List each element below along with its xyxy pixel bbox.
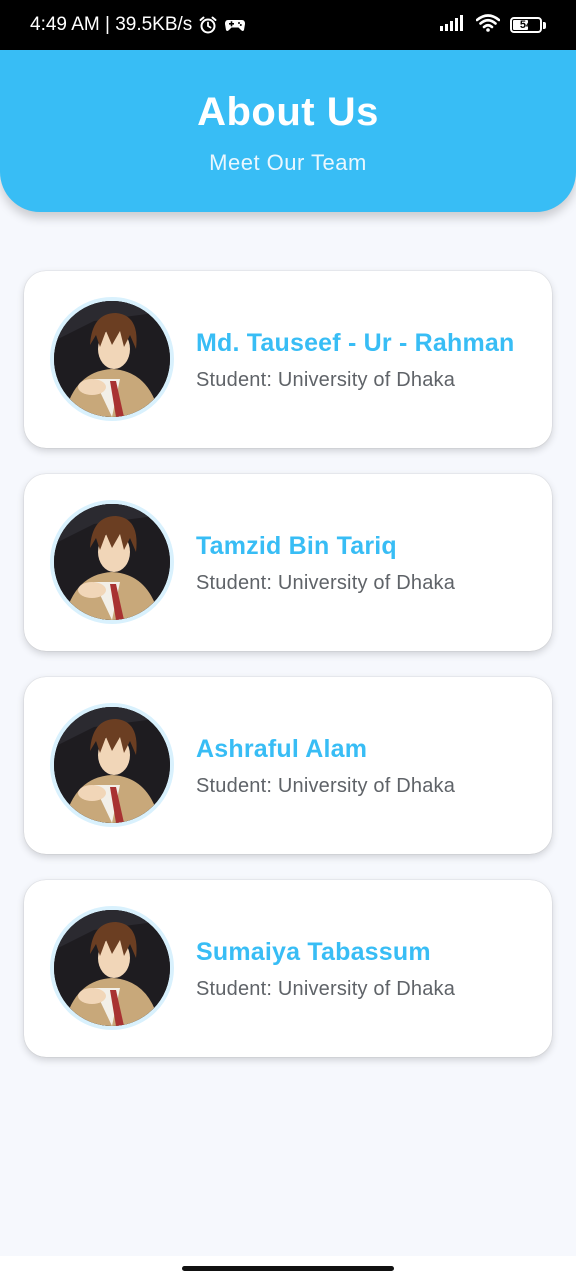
- game-controller-icon: [224, 15, 246, 35]
- team-member-card: Ashraful Alam Student: University of Dha…: [24, 677, 552, 854]
- member-role: Student: University of Dhaka: [196, 977, 456, 1000]
- member-name: Ashraful Alam: [196, 734, 368, 763]
- team-member-card: Sumaiya Tabassum Student: University of …: [24, 880, 552, 1057]
- member-info: Md. Tauseef - Ur - Rahman Student: Unive…: [196, 271, 532, 448]
- home-indicator[interactable]: [182, 1266, 394, 1271]
- battery-icon: 54: [510, 17, 546, 33]
- page-title: About Us: [197, 90, 379, 134]
- status-left: 4:49 AM | 39.5KB/s: [30, 0, 246, 50]
- member-info: Sumaiya Tabassum Student: University of …: [196, 880, 532, 1057]
- battery-body: 54: [510, 17, 542, 33]
- team-member-card: Tamzid Bin Tariq Student: University of …: [24, 474, 552, 651]
- member-info: Tamzid Bin Tariq Student: University of …: [196, 474, 532, 651]
- page-subtitle: Meet Our Team: [209, 150, 367, 175]
- avatar: [50, 703, 174, 827]
- member-role: Student: University of Dhaka: [196, 571, 456, 594]
- avatar: [50, 297, 174, 421]
- member-name: Tamzid Bin Tariq: [196, 531, 397, 560]
- status-bar: 4:49 AM | 39.5KB/s 54: [0, 0, 576, 50]
- member-info: Ashraful Alam Student: University of Dha…: [196, 677, 532, 854]
- status-time-speed: 4:49 AM | 39.5KB/s: [30, 14, 193, 35]
- member-role: Student: University of Dhaka: [196, 368, 456, 391]
- avatar: [50, 906, 174, 1030]
- member-role: Student: University of Dhaka: [196, 774, 456, 797]
- signal-icon: [440, 14, 466, 36]
- team-list: Md. Tauseef - Ur - Rahman Student: Unive…: [24, 271, 552, 1083]
- status-right: 54: [440, 0, 546, 50]
- member-name: Sumaiya Tabassum: [196, 937, 431, 966]
- header-banner: About Us Meet Our Team: [0, 50, 576, 212]
- wifi-icon: [475, 13, 501, 37]
- battery-cap: [543, 21, 546, 29]
- team-member-card: Md. Tauseef - Ur - Rahman Student: Unive…: [24, 271, 552, 448]
- avatar: [50, 500, 174, 624]
- alarm-icon: [198, 15, 218, 35]
- member-name: Md. Tauseef - Ur - Rahman: [196, 328, 515, 357]
- battery-level: 54: [519, 18, 533, 31]
